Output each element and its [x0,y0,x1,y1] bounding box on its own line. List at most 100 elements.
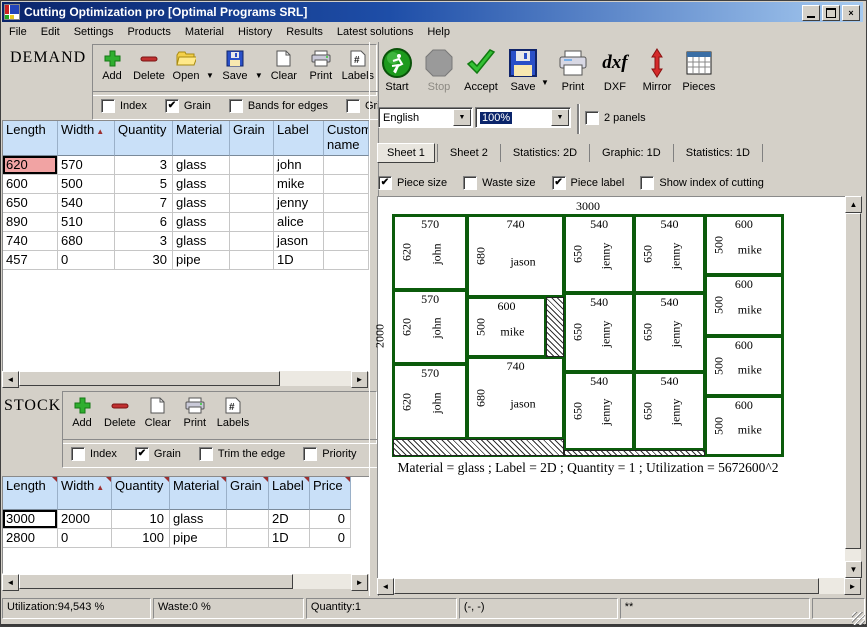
menu-item-results[interactable]: Results [279,24,330,40]
delete-button[interactable]: Delete [104,395,136,429]
checkbox-icon[interactable] [585,111,599,125]
stock-grain-checkbox[interactable]: ✔Grain [135,447,181,461]
scroll-thumb[interactable] [19,371,280,386]
cell-label[interactable]: mike [274,175,324,194]
zoom-select[interactable]: 100% ▼ [475,107,571,128]
delete-button[interactable]: Delete [134,48,164,82]
resize-grip[interactable] [852,612,865,625]
menu-item-latest-solutions[interactable]: Latest solutions [330,24,420,40]
piece-john[interactable]: 570620john [393,215,467,290]
column-header-price[interactable]: Price [310,477,351,510]
cell-material[interactable]: pipe [170,529,227,548]
cell-quantity[interactable]: 3 [115,156,173,175]
tab-graphic-1d[interactable]: Graphic: 1D [592,143,671,163]
column-header-width[interactable]: Width▲ [58,121,115,156]
scroll-thumb[interactable] [845,213,861,549]
cell-grain[interactable] [227,510,269,529]
piece-jenny[interactable]: 540650jenny [634,372,704,450]
tab-sheet-2[interactable]: Sheet 2 [440,143,498,163]
cell-customer[interactable] [324,175,369,194]
labels-button[interactable]: #Labels [217,395,249,429]
cell-grain[interactable] [227,529,269,548]
dropdown-arrow-icon[interactable]: ▼ [255,71,263,80]
cell-material[interactable]: pipe [173,251,230,270]
column-header-quantity[interactable]: Quantity [112,477,170,510]
cell-length[interactable]: 740 [3,232,58,251]
scroll-left-icon[interactable]: ◄ [2,371,19,388]
cell-material[interactable]: glass [173,232,230,251]
column-header-material[interactable]: Material [170,477,227,510]
demand-hscrollbar[interactable]: ◄ ► [2,371,368,386]
add-button[interactable]: Add [97,48,127,82]
table-row[interactable]: 6005005glassmike [3,175,369,194]
cell-quantity[interactable]: 30 [115,251,173,270]
cell-grain[interactable] [230,175,274,194]
cell-quantity[interactable]: 5 [115,175,173,194]
tab-statistics-1d[interactable]: Statistics: 1D [676,143,760,163]
cell-quantity[interactable]: 10 [112,510,170,529]
scroll-track[interactable] [19,371,351,386]
column-header-label[interactable]: Label [274,121,324,156]
menu-item-file[interactable]: File [2,24,34,40]
save-button[interactable]: Save [220,48,250,82]
stock-trim-the-edge-checkbox[interactable]: Trim the edge [199,447,285,461]
piece-mike[interactable]: 600500mike [705,336,783,396]
cell-length[interactable]: 3000 [3,510,58,529]
cell-material[interactable]: glass [173,156,230,175]
stock-index-checkbox[interactable]: Index [71,447,117,461]
scroll-thumb[interactable] [394,578,819,594]
cell-label[interactable]: jenny [274,194,324,213]
cell-grain[interactable] [230,213,274,232]
add-button[interactable]: Add [67,395,97,429]
maximize-button[interactable] [822,5,840,21]
checkbox-icon[interactable] [101,99,115,113]
cell-quantity[interactable]: 6 [115,213,173,232]
scroll-thumb[interactable] [19,574,293,589]
cell-quantity[interactable]: 7 [115,194,173,213]
scroll-down-icon[interactable]: ▼ [845,561,862,578]
scroll-right-icon[interactable]: ► [351,371,368,388]
cell-width[interactable]: 570 [58,156,115,175]
checkbox-icon[interactable]: ✔ [165,99,179,113]
menu-item-history[interactable]: History [231,24,279,40]
checkbox-icon[interactable] [71,447,85,461]
column-header-length[interactable]: Length [3,477,58,510]
cell-label[interactable]: alice [274,213,324,232]
checkbox-icon[interactable] [346,99,360,113]
table-row[interactable]: 457030pipe1D [3,251,369,270]
view-option-show-index-of-cutting[interactable]: Show index of cutting [640,176,764,190]
scroll-right-icon[interactable]: ► [351,574,368,591]
table-row[interactable]: 8905106glassalice [3,213,369,232]
view-option-piece-size[interactable]: ✔Piece size [378,176,447,190]
piece-john[interactable]: 570620john [393,290,467,365]
column-header-width[interactable]: Width▲ [58,477,112,510]
cell-customer[interactable] [324,213,369,232]
cell-quantity[interactable]: 3 [115,232,173,251]
cell-material[interactable]: glass [173,194,230,213]
menu-item-help[interactable]: Help [420,24,457,40]
piece-mike[interactable]: 600500mike [705,396,783,456]
cell-customer[interactable] [324,194,369,213]
piece-jason[interactable]: 740680jason [467,357,564,439]
menu-item-products[interactable]: Products [120,24,177,40]
mirror-button[interactable]: Mirror [637,45,677,93]
two-panels-checkbox[interactable]: 2 panels [585,111,646,125]
demand-index-checkbox[interactable]: Index [101,99,147,113]
piece-jenny[interactable]: 540650jenny [564,215,634,293]
column-header-quantity[interactable]: Quantity [115,121,173,156]
piece-mike[interactable]: 600500mike [705,275,783,335]
checkbox-icon[interactable]: ✔ [378,176,392,190]
cell-width[interactable]: 0 [58,529,112,548]
cell-label[interactable]: 2D [269,510,310,529]
cell-material[interactable]: glass [173,175,230,194]
table-row[interactable]: 6205703glassjohn [3,156,369,175]
table-row[interactable]: 6505407glassjenny [3,194,369,213]
tab-statistics-2d[interactable]: Statistics: 2D [503,143,587,163]
stock-priority-checkbox[interactable]: Priority [303,447,356,461]
canvas-vscrollbar[interactable]: ▲ ▼ [845,196,861,578]
piece-jenny[interactable]: 540650jenny [634,293,704,371]
canvas-hscrollbar[interactable]: ◄ ► [377,578,861,594]
cell-grain[interactable] [230,232,274,251]
chevron-down-icon[interactable]: ▼ [453,109,471,126]
table-row[interactable]: 3000200010glass2D0 [3,510,369,529]
